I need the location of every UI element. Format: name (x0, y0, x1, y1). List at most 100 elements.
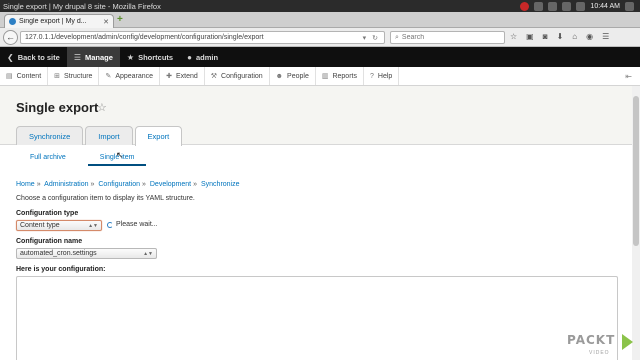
mail-icon[interactable] (534, 1, 544, 11)
people-icon: ☻ (275, 72, 284, 80)
download-icon[interactable]: ⬇ (557, 32, 564, 41)
window-title: Single export | My drupal 8 site - Mozil… (3, 1, 161, 11)
breadcrumb: Home» Administration» Configuration» Dev… (16, 181, 240, 188)
home-icon[interactable]: ⌂ (572, 32, 577, 41)
admin-menu-tray: ▤ Content ⊞ Structure ✎ Appearance ✚ Ext… (0, 67, 640, 86)
hamburger-icon: ☰ (73, 52, 81, 62)
menu-label: Appearance (115, 72, 154, 80)
breadcrumb-synchronize[interactable]: Synchronize (201, 181, 240, 188)
chevron-left-icon: ❮ (7, 52, 14, 62)
clock[interactable]: 10:44 AM (590, 3, 620, 10)
menu-label: Help (377, 72, 393, 80)
tray-orientation-icon[interactable]: ⇤ (625, 72, 640, 81)
packt-logo: PACKT (567, 333, 616, 347)
tab-full-archive[interactable]: Full archive (18, 154, 78, 166)
menu-label: Configuration (221, 72, 263, 80)
search-bar[interactable]: ⌕ (390, 31, 505, 44)
tab-export[interactable]: Export (134, 126, 183, 146)
system-tray: 10:44 AM (520, 1, 640, 11)
menu-label: Extend (175, 72, 198, 80)
select-arrows-icon: ▲▼ (88, 222, 98, 229)
menu-label: Structure (64, 72, 93, 80)
url-bar[interactable]: 127.0.1.1/development/admin/config/devel… (20, 31, 385, 44)
menu-label: People (287, 72, 309, 80)
shortcuts-button[interactable]: ★ Shortcuts (120, 47, 180, 67)
user-label: admin (195, 52, 219, 62)
shortcuts-label: Shortcuts (138, 52, 174, 62)
user-button[interactable]: ● admin (180, 47, 225, 67)
back-to-site-label: Back to site (17, 52, 60, 62)
menu-item-appearance[interactable]: ✎ Appearance (99, 67, 161, 85)
tab-synchronize[interactable]: Synchronize (16, 126, 84, 145)
back-arrow-icon[interactable]: ← (3, 30, 18, 45)
page-header: Single export ☆ Synchronize Import Expor… (0, 86, 640, 146)
pocket-icon[interactable]: ◙ (543, 32, 548, 41)
bookmark-star-icon[interactable]: ☆ (510, 32, 517, 41)
puzzle-icon: ✚ (166, 73, 172, 80)
page-scrollbar[interactable] (632, 86, 640, 360)
browser-toolbar-icons: ☆ ▣ ◙ ⬇ ⌂ ◉ ☰ (510, 32, 609, 41)
breadcrumb-configuration[interactable]: Configuration (98, 181, 140, 188)
breadcrumb-administration[interactable]: Administration (44, 181, 88, 188)
breadcrumb-development[interactable]: Development (150, 181, 191, 188)
keyboard-icon[interactable] (562, 1, 572, 11)
search-icon: ⌕ (395, 33, 399, 41)
os-title-bar: Single export | My drupal 8 site - Mozil… (0, 0, 640, 12)
loading-text: Please wait... (116, 221, 158, 228)
breadcrumb-home[interactable]: Home (16, 181, 35, 188)
menu-item-configuration[interactable]: ⚒ Configuration (205, 67, 270, 85)
record-icon[interactable] (520, 1, 530, 11)
mouse-cursor-icon: ↖ (116, 150, 124, 160)
intro-text: Choose a configuration item to display i… (16, 195, 195, 202)
structure-icon: ⊞ (54, 73, 61, 80)
reload-icon[interactable]: ▾ ↻ (363, 34, 380, 42)
chat-icon[interactable]: ◉ (586, 32, 593, 41)
new-tab-icon[interactable]: + (117, 15, 123, 25)
menu-label: Content (16, 72, 42, 80)
config-output-label: Here is your configuration: (16, 266, 106, 273)
user-icon: ● (187, 52, 192, 62)
tab-title: Single export | My d... (19, 18, 87, 25)
tab-import[interactable]: Import (85, 126, 133, 145)
menu-item-help[interactable]: ? Help (364, 67, 400, 85)
url-text: 127.0.1.1/development/admin/config/devel… (25, 34, 264, 41)
config-name-select[interactable]: automated_cron.settings ▲▼ (16, 248, 157, 259)
menu-item-people[interactable]: ☻ People (270, 67, 316, 85)
star-icon: ★ (126, 52, 135, 62)
close-icon[interactable]: ✕ (103, 18, 109, 26)
help-icon: ? (369, 72, 374, 80)
config-name-label: Configuration name (16, 238, 83, 245)
menu-item-extend[interactable]: ✚ Extend (160, 67, 205, 85)
brush-icon: ✎ (105, 73, 112, 80)
shortcut-star-icon[interactable]: ☆ (97, 101, 107, 114)
reading-list-icon[interactable]: ▣ (526, 32, 534, 41)
wrench-icon: ⚒ (210, 73, 218, 80)
search-input[interactable] (401, 34, 497, 41)
config-type-value: Content type (20, 222, 60, 229)
manage-button[interactable]: ☰ Manage (66, 47, 120, 67)
select-arrows-icon: ▲▼ (143, 250, 153, 257)
menu-item-reports[interactable]: ▥ Reports (316, 67, 364, 85)
chart-icon: ▥ (321, 73, 329, 80)
loading-indicator: Please wait... (107, 221, 158, 228)
page-title: Single export (16, 100, 99, 115)
config-type-select[interactable]: Content type ▲▼ (16, 220, 102, 231)
secondary-tabs: Full archive Single item (18, 154, 147, 166)
menu-item-structure[interactable]: ⊞ Structure (48, 67, 100, 85)
file-icon: ▤ (6, 73, 13, 80)
packt-logo-sub: VIDEO (589, 350, 610, 356)
config-type-label: Configuration type (16, 210, 79, 217)
volume-icon[interactable] (576, 1, 586, 11)
config-output-textarea[interactable] (16, 276, 618, 360)
primary-tabs: Synchronize Import Export (16, 126, 183, 146)
scrollbar-thumb[interactable] (633, 96, 639, 246)
manage-label: Manage (84, 52, 113, 62)
browser-tab[interactable]: Single export | My d... ✕ (4, 14, 114, 28)
admin-toolbar: ❮ Back to site ☰ Manage ★ Shortcuts ● ad… (0, 47, 640, 67)
menu-icon[interactable]: ☰ (602, 32, 609, 41)
menu-item-content[interactable]: ▤ Content (0, 67, 49, 85)
menu-label: Reports (332, 72, 357, 80)
network-icon[interactable] (548, 1, 558, 11)
power-icon[interactable] (625, 1, 634, 11)
back-to-site-button[interactable]: ❮ Back to site (0, 47, 67, 67)
